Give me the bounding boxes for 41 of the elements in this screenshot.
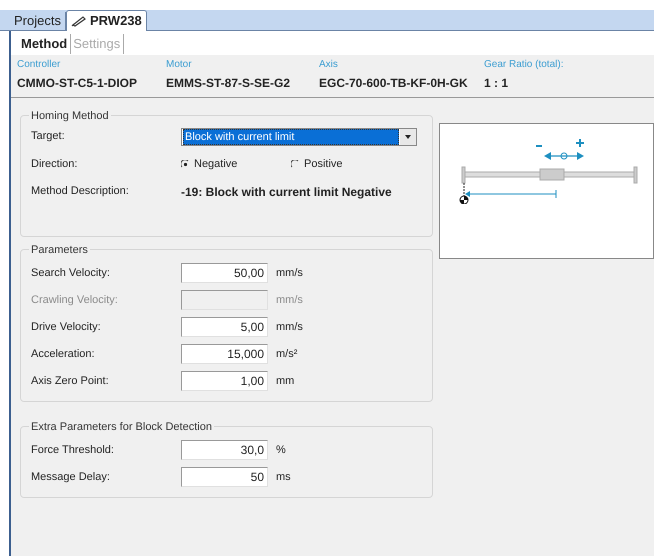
tab[interactable]: PRW238 [66, 10, 147, 31]
field-label: Target: [31, 129, 66, 144]
field-label: Method Description: [31, 184, 130, 200]
sub-tab[interactable]: Method [21, 34, 72, 54]
unit-label: ms [276, 470, 291, 485]
number-field[interactable]: 50,00 [181, 263, 268, 283]
dropdown-value: Block with current limit [183, 128, 399, 144]
unit-label: % [276, 442, 286, 458]
unit-label: m/s² [276, 346, 298, 362]
number-field[interactable]: 15,000 [181, 344, 268, 364]
unit-label: mm/s [276, 292, 303, 308]
radio-button[interactable] [291, 160, 300, 169]
field-label: Drive Velocity: [31, 320, 102, 335]
info-value: CMMO-ST-C5-1-DIOP [17, 74, 138, 92]
info-label: Axis [319, 58, 339, 72]
unit-label: mm/s [276, 320, 303, 335]
radio-label: Positive [304, 157, 343, 172]
pen-icon [70, 15, 87, 27]
unit-label: mm/s [276, 266, 303, 281]
radio-button[interactable] [181, 160, 190, 169]
field-label: Force Threshold: [31, 442, 115, 458]
number-field[interactable]: 1,00 [181, 371, 268, 391]
info-label: Motor [166, 58, 193, 72]
field-label: Direction: [31, 157, 78, 172]
number-field[interactable]: 5,00 [181, 317, 268, 337]
info-value: 1 : 1 [484, 74, 510, 92]
number-field[interactable]: 30,0 [181, 440, 268, 460]
info-label: Gear Ratio (total): [484, 58, 564, 72]
info-value: EGC-70-600-TB-KF-0H-GK [319, 74, 469, 92]
field-label: Axis Zero Point: [31, 374, 110, 389]
unit-label: mm [276, 374, 294, 389]
field-label: Message Delay: [31, 470, 111, 485]
field-label: Acceleration: [31, 346, 96, 362]
info-label: Controller [17, 58, 62, 72]
field-label: Search Velocity: [31, 266, 111, 281]
method-description: -19: Block with current limit Negative [181, 184, 392, 200]
info-value: EMMS-ST-87-S-SE-G2 [166, 74, 292, 92]
target-dropdown[interactable]: Block with current limit [181, 128, 417, 146]
field-label: Crawling Velocity: [31, 292, 119, 308]
number-field[interactable]: 50 [181, 467, 268, 487]
radio-label: Negative [194, 157, 238, 172]
